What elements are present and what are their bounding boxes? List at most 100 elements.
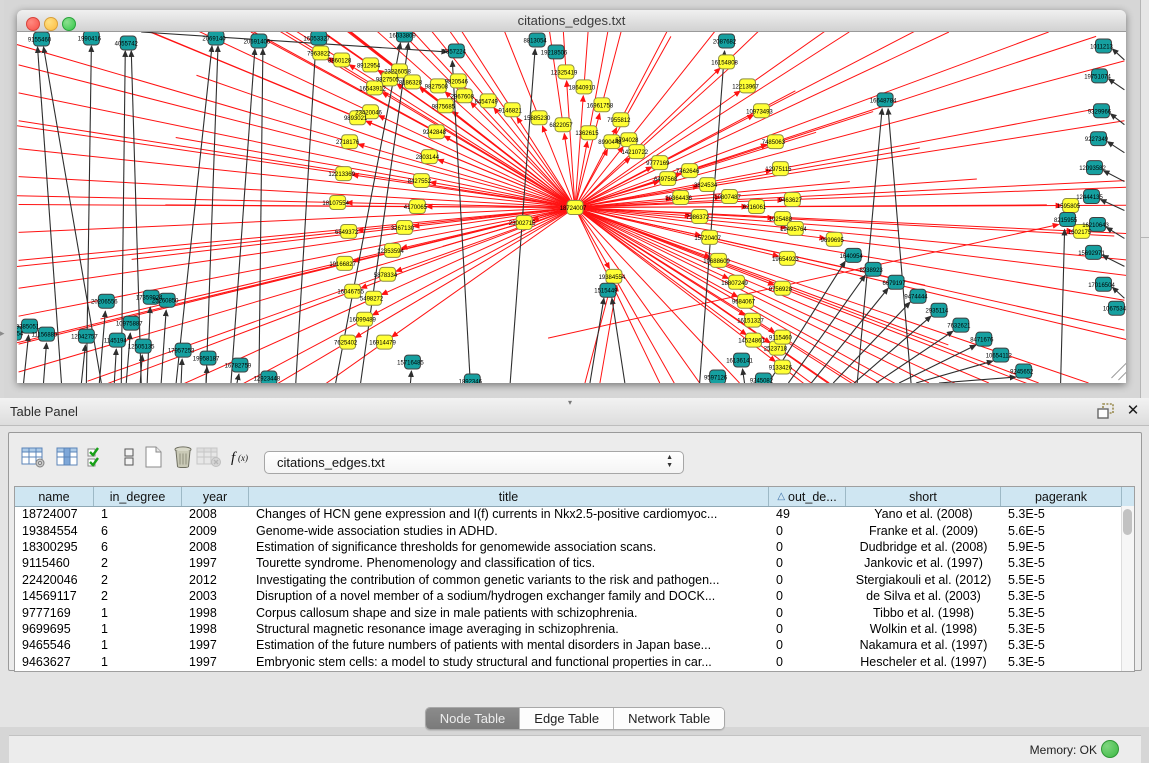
table-cell: Dudbridge et al. (2008) [846,540,1001,554]
table-cell: 5.3E-5 [1001,556,1122,570]
table-cell: 0 [769,589,846,603]
table-row[interactable]: 1830029562008Estimation of significance … [15,539,1122,555]
table-selector-dropdown[interactable]: citations_edges.txt ▲▼ [264,451,684,474]
table-cell: 9777169 [15,606,94,620]
table-row[interactable]: 911546021997Tourette syndrome. Phenomeno… [15,555,1122,571]
splitter-handle-icon[interactable]: ▾ [568,398,572,407]
column-header-short[interactable]: short [846,487,1001,506]
table-row[interactable]: 1456911722003Disruption of a novel membe… [15,588,1122,604]
column-header-year[interactable]: year [182,487,249,506]
table-cell: 0 [769,573,846,587]
graph-edge [392,208,575,337]
graph-node-label: 12042757 [71,335,98,341]
table-row[interactable]: 969969511998Structural magnetic resonanc… [15,621,1122,637]
graph-node-label: 7625402 [334,341,358,347]
table-row[interactable]: 1938455462009Genome-wide association stu… [15,522,1122,538]
table-mode-icon[interactable] [19,443,47,471]
table-cell: Nakamura et al. (1997) [846,638,1001,652]
table-panel-title: Table Panel [10,404,78,419]
graph-node-label: 1640954 [840,254,864,260]
graph-node-label: 8454749 [475,99,499,105]
table-cell: 9463627 [15,655,94,669]
column-header-out_de[interactable]: △out_de... [769,487,846,506]
table-cell: 2 [94,573,182,587]
vertical-scrollbar[interactable] [1121,506,1134,671]
table-cell: 22420046 [15,573,94,587]
table-cell: Changes of HCN gene expression and I(f) … [249,507,769,521]
table-row[interactable]: 946362711997Embryonic stem cells: a mode… [15,654,1122,670]
graph-node-label: 8813054 [523,38,547,44]
table-row[interactable]: 977716911998Corpus callosum shape and si… [15,604,1122,620]
graph-node-label: 16046755 [337,290,364,296]
table-row[interactable]: 946554611997Estimation of the future num… [15,637,1122,653]
graph-node-label: 1595805 [1057,204,1081,210]
show-columns-icon[interactable] [53,443,81,471]
graph-node-label: 8427552 [408,179,432,185]
column-header-title[interactable]: title [249,487,769,506]
graph-edge [181,359,182,383]
table-cell: 0 [769,556,846,570]
table-cell: 2003 [182,589,249,603]
graph-node-label: 9893021 [344,116,368,122]
table-cell: Investigating the contribution of common… [249,573,769,587]
delete-table-icon[interactable] [195,443,223,471]
graph-node-label: 12325419 [551,70,578,76]
graph-edge [575,32,1049,208]
tab-node-table[interactable]: Node Table [426,708,521,729]
table-cell: 5.9E-5 [1001,540,1122,554]
table-cell: 14569117 [15,589,94,603]
graph-edge [19,208,575,261]
graph-node-label: 12505135 [128,345,155,351]
column-header-name[interactable]: name [15,487,94,506]
tab-edge-table[interactable]: Edge Table [520,708,614,729]
graph-node-label: 2803144 [416,155,440,161]
graph-node-label: 9699695 [821,238,845,244]
graph-node-label: 12213967 [732,84,759,90]
graph-edge [19,65,575,208]
graph-node-label: 19166827 [329,262,356,268]
row-selection-icon[interactable] [83,443,111,471]
graph-node-label: 6549372 [335,230,359,236]
delete-columns-icon[interactable] [169,443,197,471]
graph-edge [17,195,338,203]
memory-status-label: Memory: OK [1030,743,1097,757]
memory-status-indicator[interactable] [1101,740,1119,758]
graph-node-label: 7462646 [676,169,700,175]
graph-node-label: 15716485 [397,361,424,367]
close-panel-icon[interactable]: ✕ [1124,401,1142,421]
table-cell: 5.3E-5 [1001,622,1122,636]
graph-node-label: 16210643 [1082,223,1109,229]
graph-edge [81,345,85,383]
tab-network-table[interactable]: Network Table [614,708,724,729]
table-cell: 5.3E-5 [1001,606,1122,620]
new-column-icon[interactable] [139,443,167,471]
graph-edge [575,208,1073,232]
app-right-margin [1140,0,1149,398]
graph-node-label: 16648784 [870,98,897,104]
graph-edge [743,369,745,383]
column-header-in_degree[interactable]: in_degree [94,487,182,506]
graph-node-label: 6794028 [615,138,639,144]
function-builder-icon[interactable]: f(x) [228,443,256,471]
network-canvas[interactable]: 7963822886012889129542322605898275051654… [17,32,1126,383]
table-row[interactable]: 1872400712008Changes of HCN gene express… [15,506,1122,522]
column-header-pagerank[interactable]: pagerank [1001,487,1122,506]
table-cell: 9465546 [15,638,94,652]
citation-network-graph[interactable]: 7963822886012889129542322605898275051654… [17,32,1126,383]
table-cell: Yano et al. (2008) [846,507,1001,521]
graph-node-label: 18724007 [560,206,587,212]
graph-node-label: 23002715 [509,221,536,227]
graph-node-label: 12093582 [1079,166,1106,172]
graph-edge [727,32,970,62]
graph-node-label: 8215955 [1054,218,1078,224]
table-cell: 2008 [182,540,249,554]
graph-node-label: 20206556 [91,300,118,306]
float-panel-icon[interactable] [1096,403,1116,420]
graph-node-label: 2087682 [713,39,737,45]
graph-node-label: 16782759 [225,364,252,370]
table-cell: 1997 [182,638,249,652]
scrollbar-thumb[interactable] [1123,509,1132,535]
table-row[interactable]: 2242004622012Investigating the contribut… [15,572,1122,588]
graph-edge [1061,229,1065,383]
table-cell: Stergiakouli et al. (2012) [846,573,1001,587]
